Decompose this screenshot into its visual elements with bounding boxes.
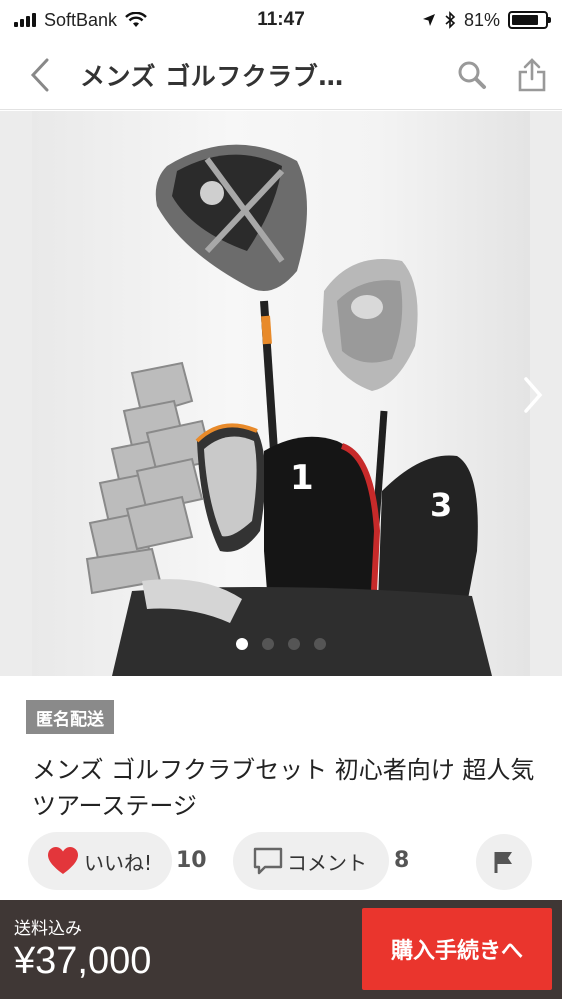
like-count: 10 xyxy=(176,848,207,873)
flag-icon xyxy=(494,852,512,873)
back-button[interactable] xyxy=(0,40,80,110)
item-title: メンズ ゴルフクラブセット 初心者向け 超人気 ツアーステージ xyxy=(32,756,535,820)
pagination-dots xyxy=(0,638,562,650)
product-photo[interactable]: 1 3 xyxy=(32,111,530,676)
image-gallery[interactable]: 1 3 xyxy=(0,111,562,676)
like-label: いいね! xyxy=(84,850,153,875)
battery-level xyxy=(512,15,538,25)
battery-icon xyxy=(508,11,551,29)
clock: 11:47 xyxy=(257,9,305,30)
comment-label: コメント xyxy=(287,850,367,875)
pagination-dot[interactable] xyxy=(236,638,248,650)
battery-percent: 81% xyxy=(463,9,500,30)
like-button[interactable]: いいね! xyxy=(28,832,172,890)
heart-icon xyxy=(48,847,78,874)
pagination-dot[interactable] xyxy=(262,638,274,650)
comment-count: 8 xyxy=(394,848,410,873)
next-image-button[interactable] xyxy=(518,373,548,417)
report-button[interactable] xyxy=(476,834,532,890)
golf-clubs-illustration: 1 3 xyxy=(85,144,492,676)
page-title: メンズ ゴルフクラブ… xyxy=(80,61,344,91)
status-left: SoftBank xyxy=(14,10,214,31)
status-right: 81% xyxy=(348,9,551,31)
comment-button[interactable]: コメント xyxy=(233,832,389,890)
comment-icon xyxy=(253,847,283,875)
signal-icon xyxy=(14,13,36,27)
bluetooth-icon xyxy=(445,11,456,29)
price: ¥37,000 xyxy=(14,940,152,982)
wifi-icon xyxy=(125,12,147,27)
search-button[interactable] xyxy=(442,40,502,110)
chevron-left-icon xyxy=(30,58,49,91)
status-bar: SoftBank 11:47 81% xyxy=(0,0,562,40)
chevron-right-icon xyxy=(524,377,543,413)
carrier-name: SoftBank xyxy=(44,9,118,30)
share-button[interactable] xyxy=(502,40,562,110)
headcover-number-1: 1 xyxy=(290,458,314,498)
pagination-dot[interactable] xyxy=(314,638,326,650)
pagination-dot[interactable] xyxy=(288,638,300,650)
nav-header: メンズ ゴルフクラブ… xyxy=(0,40,562,110)
shipping-included-label: 送料込み xyxy=(14,919,82,939)
action-row: いいね! 10 コメント 8 xyxy=(28,832,538,892)
purchase-footer: 送料込み ¥37,000 購入手続きへ xyxy=(0,900,562,999)
headcover-number-3: 3 xyxy=(430,486,452,524)
search-icon xyxy=(458,61,486,89)
anonymous-shipping-badge: 匿名配送 xyxy=(26,700,114,734)
purchase-button[interactable]: 購入手続きへ xyxy=(362,908,552,990)
share-icon xyxy=(518,57,546,91)
location-icon xyxy=(422,14,435,26)
